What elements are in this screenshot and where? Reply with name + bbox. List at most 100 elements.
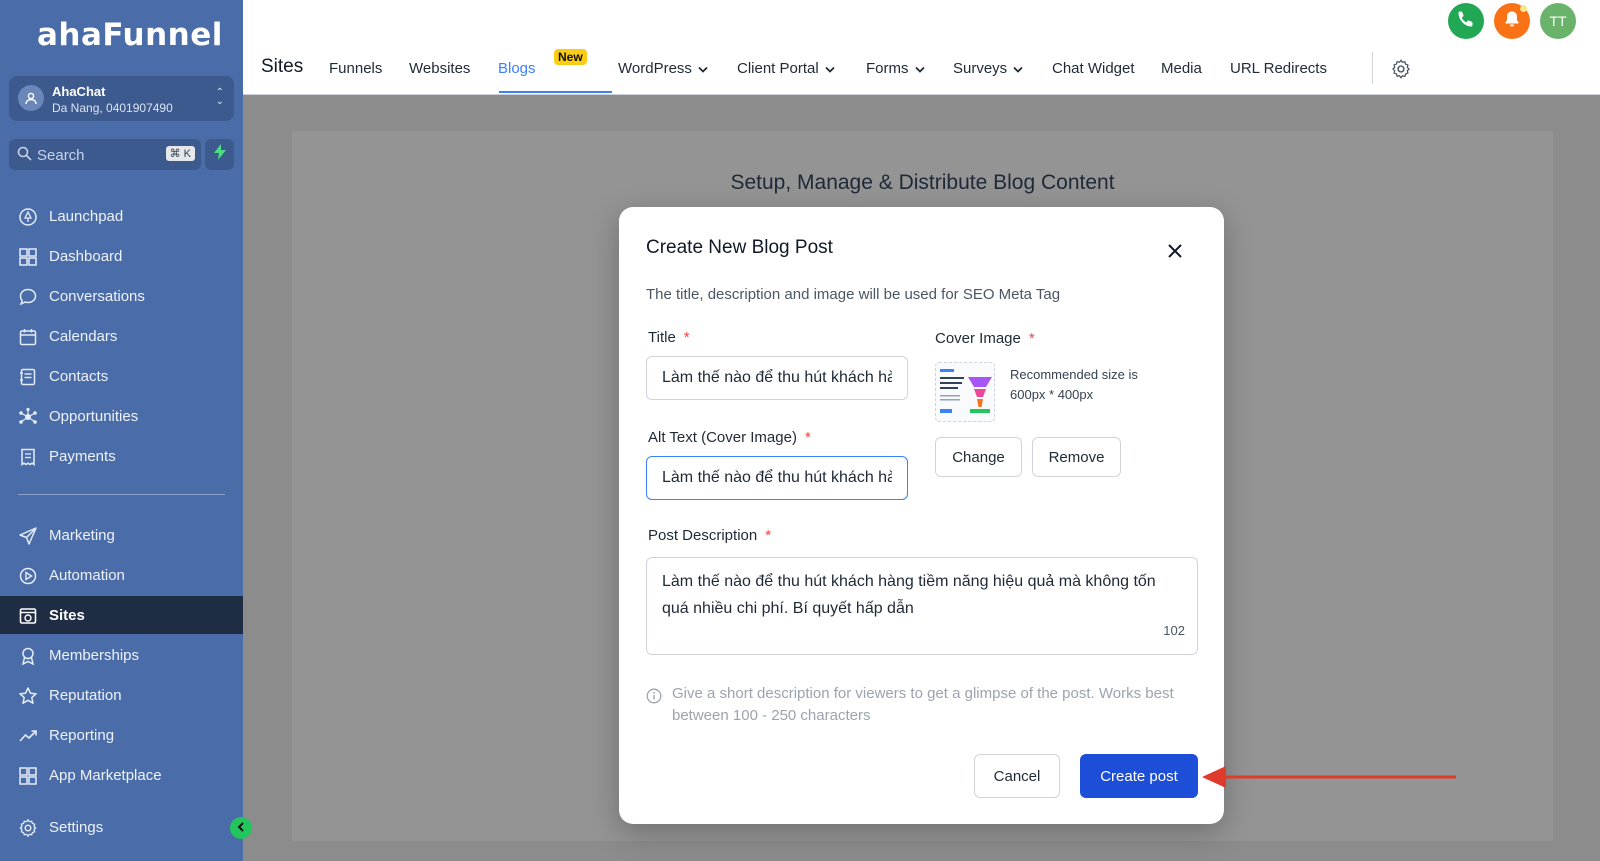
sidebar-item-label: Memberships [49,647,140,664]
lightning-icon [213,144,227,165]
alt-text-input[interactable] [646,456,908,500]
new-badge: New [554,49,587,65]
sidebar-item-contacts[interactable]: Contacts [0,357,243,395]
tab-websites[interactable]: Websites [409,60,470,77]
cover-image-label: Cover Image * [935,330,1035,347]
sidebar-item-conversations[interactable]: Conversations [0,277,243,315]
tab-media[interactable]: Media [1161,60,1202,77]
sidebar-item-settings[interactable]: Settings [0,808,243,846]
title-label-text: Title [648,329,676,346]
sidebar-item-reputation[interactable]: Reputation [0,676,243,714]
tab-label: Media [1161,60,1202,77]
remove-image-button[interactable]: Remove [1032,437,1121,477]
trend-icon [18,726,38,746]
sidebar-item-payments[interactable]: Payments [0,437,243,475]
network-icon [18,407,38,427]
search-placeholder: Search [37,147,85,164]
bell-icon [1503,10,1521,33]
apps-icon [18,766,38,786]
close-icon[interactable] [1167,243,1183,264]
globe-icon [18,606,38,626]
required-mark: * [804,429,811,446]
phone-icon [1457,10,1475,33]
title-input[interactable] [646,356,908,400]
notifications-button[interactable] [1494,3,1530,39]
tab-divider [1372,52,1373,84]
contacts-icon [18,367,38,387]
sidebar-item-automation[interactable]: Automation [0,556,243,594]
post-description-text: Làm thế nào để thu hút khách hàng tiềm n… [662,573,1156,617]
sidebar-item-label: Reporting [49,727,115,744]
character-count: 102 [1163,623,1185,638]
tab-funnels[interactable]: Funnels [329,60,382,77]
settings-gear-icon[interactable] [1390,58,1412,85]
sidebar-item-memberships[interactable]: Memberships [0,636,243,674]
cover-image-thumbnail [935,362,995,422]
tab-label: Forms [866,60,909,77]
cancel-button[interactable]: Cancel [974,754,1060,798]
modal-title: Create New Blog Post [646,237,833,258]
top-bar: Sites Funnels Websites Blogs WordPress Clien… [243,0,1600,95]
tab-url-redirects[interactable]: URL Redirects [1230,60,1327,77]
tab-label: WordPress [618,60,692,77]
sidebar-item-opportunities[interactable]: Opportunities [0,397,243,435]
tab-surveys[interactable]: Surveys [953,60,1023,78]
calendar-icon [18,327,38,347]
sidebar-item-label: Launchpad [49,208,124,225]
sidebar-item-dashboard[interactable]: Dashboard [0,237,243,275]
tab-wordpress[interactable]: WordPress [618,60,708,78]
tab-chat-widget[interactable]: Chat Widget [1052,60,1135,77]
required-mark: * [765,527,772,544]
quick-action-button[interactable] [205,139,234,170]
user-icon [18,85,44,111]
automation-icon [18,566,38,586]
post-description-label-text: Post Description [648,527,758,544]
account-name: AhaChat [52,84,106,99]
panel-heading: Setup, Manage & Distribute Blog Content [730,171,1115,194]
grid-icon [18,247,38,267]
alt-text-label: Alt Text (Cover Image) * [648,429,811,446]
required-mark: * [683,329,690,346]
create-blog-post-modal: Create New Blog Post The title, descript… [619,207,1224,824]
account-switcher[interactable]: AhaChat Da Nang, 0401907490 ⌃ ⌄ [9,76,234,121]
sidebar-item-label: Dashboard [49,248,123,265]
sidebar-item-label: Payments [49,448,116,465]
create-post-button[interactable]: Create post [1080,754,1198,798]
tab-label: URL Redirects [1230,60,1327,77]
post-description-textarea[interactable]: Làm thế nào để thu hút khách hàng tiềm n… [646,557,1198,655]
change-image-button[interactable]: Change [935,437,1022,477]
modal-subtitle: The title, description and image will be… [646,286,1061,303]
sidebar-item-label: Reputation [49,687,122,704]
chevron-down-icon [914,61,925,78]
sidebar-item-reporting[interactable]: Reporting [0,716,243,754]
sidebar-item-label: Automation [49,567,125,584]
search-box[interactable]: Search ⌘ K [9,139,201,170]
title-label: Title * [648,329,690,346]
tab-blogs[interactable]: Blogs [498,60,536,77]
sidebar-item-sites[interactable]: Sites [0,596,243,634]
tab-forms[interactable]: Forms [866,60,925,78]
sidebar-divider [18,494,225,495]
collapse-sidebar-button[interactable] [230,817,252,839]
chevron-down-icon [1013,61,1023,78]
sidebar-item-label: Opportunities [49,408,139,425]
post-description-label: Post Description * [648,527,771,544]
chat-icon [18,287,38,307]
user-avatar[interactable]: TT [1540,3,1576,39]
sidebar-item-launchpad[interactable]: Launchpad [0,197,243,235]
chevron-updown-icon: ⌃ ⌄ [215,87,224,107]
account-location: Da Nang, 0401907490 [52,101,173,115]
recommended-size-text: Recommended size is 600px * 400px [1010,367,1138,402]
star-icon [18,686,38,706]
tab-label: Chat Widget [1052,60,1135,77]
sidebar-item-marketing[interactable]: Marketing [0,516,243,554]
sidebar-item-app-marketplace[interactable]: App Marketplace [0,756,243,794]
sidebar-item-label: Calendars [49,328,118,345]
sidebar-item-calendars[interactable]: Calendars [0,317,243,355]
tab-client-portal[interactable]: Client Portal [737,60,835,78]
tab-label: Client Portal [737,60,819,77]
sidebar-item-label: Settings [49,819,104,836]
alt-text-label-text: Alt Text (Cover Image) [648,429,797,446]
phone-button[interactable] [1448,3,1484,39]
tab-label: Websites [409,60,471,77]
